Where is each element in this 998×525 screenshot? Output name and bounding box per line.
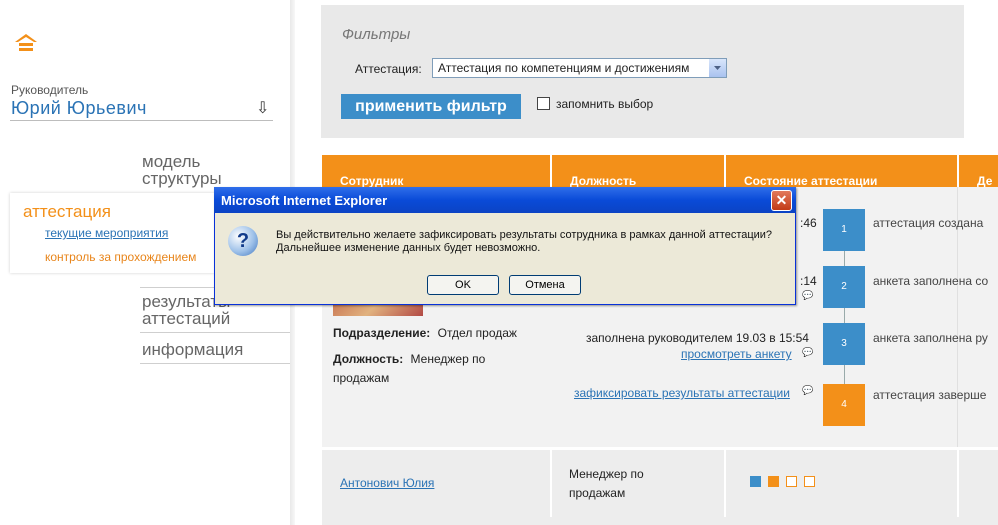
user-name[interactable]: Юрий Юрьевич [11,98,147,119]
remember-checkbox[interactable] [537,97,550,110]
status-step-4: 4 [823,384,865,426]
filter-title: Фильтры [342,26,411,43]
nav-separator [140,363,290,364]
time-step-1: :46 [800,216,817,230]
status-step-1-text: аттестация создана [873,216,984,230]
comment-icon[interactable]: 💬 [802,290,813,301]
user-underline [10,120,273,121]
filled-by-manager: заполнена руководителем 19.03 в 15:54 [586,331,809,345]
nav-model-structure[interactable]: модель структуры [142,153,222,187]
question-icon: ? [228,226,258,256]
close-icon[interactable]: ✕ [771,190,792,211]
progress-square-filled-blue [750,476,761,487]
attestation-label: Аттестация: [355,62,422,76]
nav-model-line2: структуры [142,169,222,188]
col-header-position[interactable]: Должность [552,155,724,188]
attestation-select-value: Аттестация по компетенциям и достижениям [438,61,690,75]
col-header-status[interactable]: Состояние аттестации [726,155,957,188]
fix-results-link[interactable]: зафиксировать результаты аттестации [574,386,790,400]
dialog-message-line1: Вы действительно желаете зафиксировать р… [276,229,773,241]
position-line: Должность: Менеджер по [333,352,485,366]
nav-results-line2: аттестаций [142,309,231,328]
status-step-3-text: анкета заполнена ру [873,331,988,345]
apply-filter-button[interactable]: применить фильтр [341,94,521,119]
department-value: Отдел продаж [437,326,517,340]
role-label: Руководитель [11,83,89,97]
nav-model-line1: модель [142,152,201,171]
department-line: Подразделение: Отдел продаж [333,326,517,340]
dialog-title: Microsoft Internet Explorer [221,193,388,208]
nav-current-events-link[interactable]: текущие мероприятия [45,226,168,240]
comment-icon[interactable]: 💬 [802,385,813,396]
status-step-3: 3 [823,323,865,365]
table-row [322,517,998,525]
download-arrow-icon[interactable]: ⇩ [256,98,269,118]
dropdown-arrow-icon[interactable] [709,59,726,77]
cancel-button[interactable]: Отмена [509,275,581,295]
time-step-2: :14 [800,274,817,288]
progress-square-empty [786,476,797,487]
home-icon[interactable] [14,33,38,53]
view-form-link[interactable]: просмотреть анкету [681,347,792,361]
status-step-1: 1 [823,209,865,251]
position-label: Должность: [333,352,404,366]
col-header-employee[interactable]: Сотрудник [322,155,550,188]
position-value-1: Менеджер по [410,352,486,366]
position-value-2: продажам [333,371,390,385]
status-step-2-text: анкета заполнена со [873,274,989,288]
cell-separator [724,450,726,520]
col-header-date[interactable]: Де [959,155,998,188]
nav-attestation[interactable]: аттестация [23,202,111,222]
status-step-4-text: аттестация заверше [873,388,987,402]
nav-progress-control-link[interactable]: контроль за прохождением [45,250,196,264]
ok-button[interactable]: OK [427,275,499,295]
step-connector [844,365,845,385]
status-step-2: 2 [823,266,865,308]
cell-separator [550,450,552,520]
dialog-message: Вы действительно желаете зафиксировать р… [276,229,772,255]
cell-separator [957,450,959,520]
department-label: Подразделение: [333,326,431,340]
row-position-1: Менеджер по [569,467,644,481]
progress-square-filled-orange [768,476,779,487]
dialog-message-line2: Дальнейшее изменение данных будет невозм… [276,242,541,254]
employee-link[interactable]: Антонович Юлия [340,476,434,490]
row-position-2: продажам [569,486,626,500]
remember-label: запомнить выбор [556,97,654,111]
progress-square-empty [804,476,815,487]
nav-info[interactable]: информация [142,341,243,358]
comment-icon[interactable]: 💬 [802,347,813,358]
nav-separator [140,332,290,333]
